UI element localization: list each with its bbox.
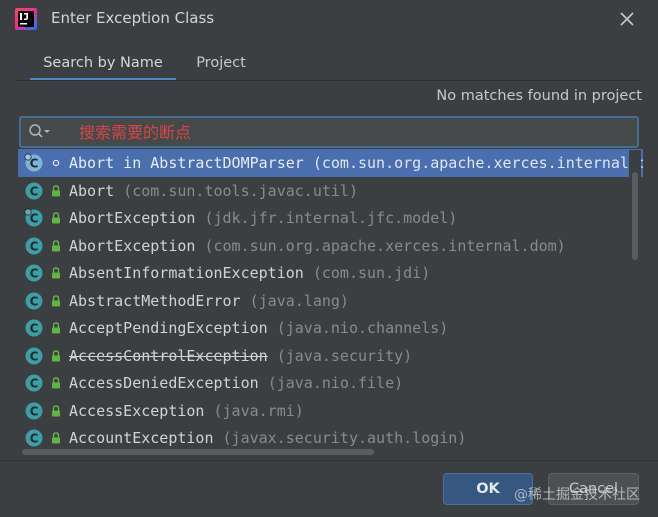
svg-text:C: C xyxy=(30,432,39,446)
package-name: (java.nio.channels) xyxy=(276,319,449,337)
horizontal-scrollbar-thumb[interactable] xyxy=(22,449,374,455)
inner-class-icon: C xyxy=(24,153,43,172)
package-name: (com.sun.jdi) xyxy=(312,264,431,282)
search-input[interactable] xyxy=(79,120,619,144)
search-icon[interactable] xyxy=(28,123,52,141)
visibility-dot-icon xyxy=(52,159,60,167)
class-icon: C xyxy=(25,347,43,364)
class-icon: C xyxy=(25,237,43,254)
svg-text:C: C xyxy=(30,267,39,281)
svg-text:C: C xyxy=(30,322,39,336)
class-name: AcceptPendingException xyxy=(69,319,268,337)
list-item-text: AccessDeniedException (java.nio.file) xyxy=(69,373,403,393)
class-icon: C xyxy=(25,319,43,337)
package-name: (java.nio.file) xyxy=(267,374,404,392)
list-item[interactable]: C AccessControlException (java.security) xyxy=(18,342,643,370)
class-icon: C xyxy=(25,374,43,392)
tab-project[interactable]: Project xyxy=(190,44,252,80)
list-item[interactable]: C AbsentInformationException (com.sun.jdi… xyxy=(18,259,643,287)
package-name: (com.sun.tools.javac.util) xyxy=(123,181,358,200)
list-item[interactable]: C Abort (com.sun.tools.javac.util) xyxy=(18,177,643,205)
tab-label: Project xyxy=(196,55,246,71)
list-item-text: AcceptPendingException (java.nio.channel… xyxy=(69,318,448,338)
list-item-text: Abort in AbstractDOMParser (com.sun.org.… xyxy=(69,153,643,173)
class-name: AbstractMethodError xyxy=(69,291,241,310)
package-name: (java.lang) xyxy=(249,291,349,310)
search-field[interactable] xyxy=(19,116,639,148)
class-name: AccessDeniedException xyxy=(69,374,259,392)
footer-divider xyxy=(0,460,658,461)
class-icon: C xyxy=(25,429,43,447)
package-name: (jdk.jfr.internal.jfc.model) xyxy=(204,209,458,227)
package-name: (com.sun.org.apache.xerces.internal.dom) xyxy=(204,236,566,255)
dialog-title: Enter Exception Class xyxy=(51,9,215,27)
intellij-idea-icon xyxy=(15,8,37,30)
inner-class-icon: C xyxy=(24,208,43,227)
close-icon[interactable] xyxy=(617,9,637,29)
list-item[interactable]: C AcceptPendingException (java.nio.channe… xyxy=(18,314,643,342)
list-item-text: Abort (com.sun.tools.javac.util) xyxy=(69,181,358,201)
svg-text:C: C xyxy=(30,239,39,253)
class-name: Abort in AbstractDOMParser xyxy=(69,154,304,172)
cancel-button[interactable]: Cancel xyxy=(548,473,639,505)
list-item[interactable]: C AccessDeniedException (java.nio.file) xyxy=(18,369,643,397)
lock-icon xyxy=(52,349,60,361)
svg-text:C: C xyxy=(30,294,39,308)
horizontal-scrollbar[interactable] xyxy=(18,447,629,457)
ok-button[interactable]: OK xyxy=(443,473,533,505)
title-bar: Enter Exception Class xyxy=(0,0,658,38)
tab-search-by-name[interactable]: Search by Name xyxy=(30,44,176,81)
lock-icon xyxy=(52,432,60,444)
list-item-text: AccountException (javax.security.auth.lo… xyxy=(69,428,466,448)
exception-class-list[interactable]: C Abort in AbstractDOMParser (com.sun.org… xyxy=(18,149,643,456)
list-item-text: AccessException (java.rmi) xyxy=(69,401,304,421)
class-name: AccountException xyxy=(69,429,214,447)
package-name: (javax.security.auth.login) xyxy=(222,429,467,447)
class-icon: C xyxy=(25,264,43,282)
class-name: Abort xyxy=(69,181,115,200)
lock-icon xyxy=(52,212,60,224)
list-item-text: AbortException (com.sun.org.apache.xerce… xyxy=(69,236,566,256)
list-item[interactable]: C AbortException (com.sun.org.apache.xerc… xyxy=(18,232,643,260)
lock-icon xyxy=(52,322,60,334)
list-item[interactable]: C Abort in AbstractDOMParser (com.sun.org… xyxy=(18,149,643,177)
list-item[interactable]: C AccessException (java.rmi) xyxy=(18,397,643,425)
lock-icon xyxy=(52,294,60,306)
list-item-text: AbortException (jdk.jfr.internal.jfc.mod… xyxy=(69,208,457,228)
package-name: (com.sun.org.apache.xerces.internal.pars… xyxy=(312,154,643,172)
vertical-scrollbar[interactable] xyxy=(629,150,641,456)
list-item-text: AccessControlException (java.security) xyxy=(69,346,412,366)
class-icon: C xyxy=(25,182,43,199)
search-status-text: No matches found in project xyxy=(436,88,642,104)
svg-text:C: C xyxy=(30,349,39,363)
lock-icon xyxy=(52,267,60,279)
lock-icon xyxy=(52,239,60,251)
lock-icon xyxy=(52,377,60,389)
tab-label: Search by Name xyxy=(43,55,163,71)
vertical-scrollbar-thumb[interactable] xyxy=(632,172,638,260)
class-name: AbortException xyxy=(69,209,196,227)
class-icon: C xyxy=(25,402,43,419)
svg-text:C: C xyxy=(30,404,39,418)
list-item[interactable]: C AbortException (jdk.jfr.internal.jfc.mo… xyxy=(18,204,643,232)
list-item-text: AbsentInformationException (com.sun.jdi) xyxy=(69,263,430,283)
list-item[interactable]: C AbstractMethodError (java.lang) xyxy=(18,287,643,315)
class-name: AccessControlException xyxy=(69,346,268,365)
package-name: (java.security) xyxy=(276,346,413,365)
class-icon: C xyxy=(25,292,43,309)
class-name: AccessException xyxy=(69,401,205,420)
svg-text:C: C xyxy=(30,184,39,198)
tabs-divider xyxy=(17,80,641,81)
package-name: (java.rmi) xyxy=(213,401,304,420)
lock-icon xyxy=(52,184,60,196)
svg-text:C: C xyxy=(30,377,39,391)
class-name: AbsentInformationException xyxy=(69,264,304,282)
lock-icon xyxy=(52,404,60,416)
class-name: AbortException xyxy=(69,236,196,255)
list-item-text: AbstractMethodError (java.lang) xyxy=(69,291,349,311)
